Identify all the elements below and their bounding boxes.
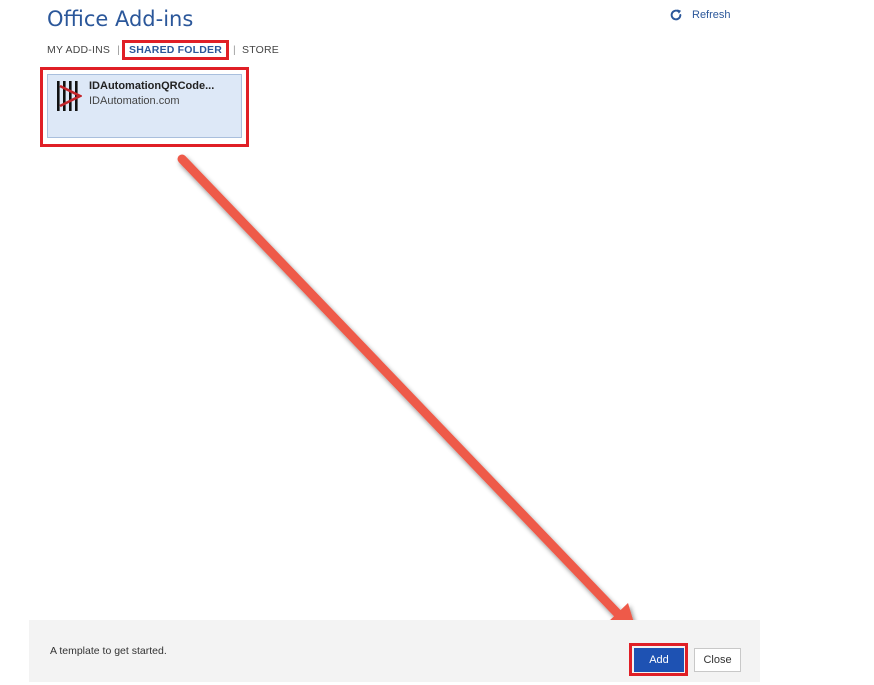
- close-button[interactable]: Close: [694, 648, 741, 672]
- addin-description: A template to get started.: [50, 645, 167, 657]
- add-button[interactable]: Add: [634, 648, 684, 672]
- tab-my-addins[interactable]: MY ADD-INS: [47, 44, 110, 56]
- addin-card-idautomation[interactable]: IDAutomationQRCode... IDAutomation.com: [47, 74, 242, 138]
- addin-publisher: IDAutomation.com: [89, 95, 180, 107]
- refresh-label: Refresh: [692, 9, 731, 21]
- refresh-button[interactable]: Refresh: [669, 8, 731, 22]
- dialog-footer: A template to get started. Add Close: [29, 620, 760, 682]
- office-addins-dialog: Office Add-ins Refresh MY ADD-INS | SHAR…: [0, 0, 874, 685]
- tab-shared-folder[interactable]: SHARED FOLDER: [122, 40, 230, 60]
- tab-separator: |: [233, 44, 236, 56]
- tab-store[interactable]: STORE: [242, 44, 279, 56]
- refresh-icon: [670, 9, 682, 21]
- idautomation-logo-icon: [57, 81, 82, 111]
- tab-separator: |: [117, 44, 121, 56]
- dialog-title: Office Add-ins: [47, 7, 194, 31]
- addin-name: IDAutomationQRCode...: [89, 80, 215, 92]
- addin-tabs: MY ADD-INS | SHARED FOLDER | STORE: [47, 40, 279, 60]
